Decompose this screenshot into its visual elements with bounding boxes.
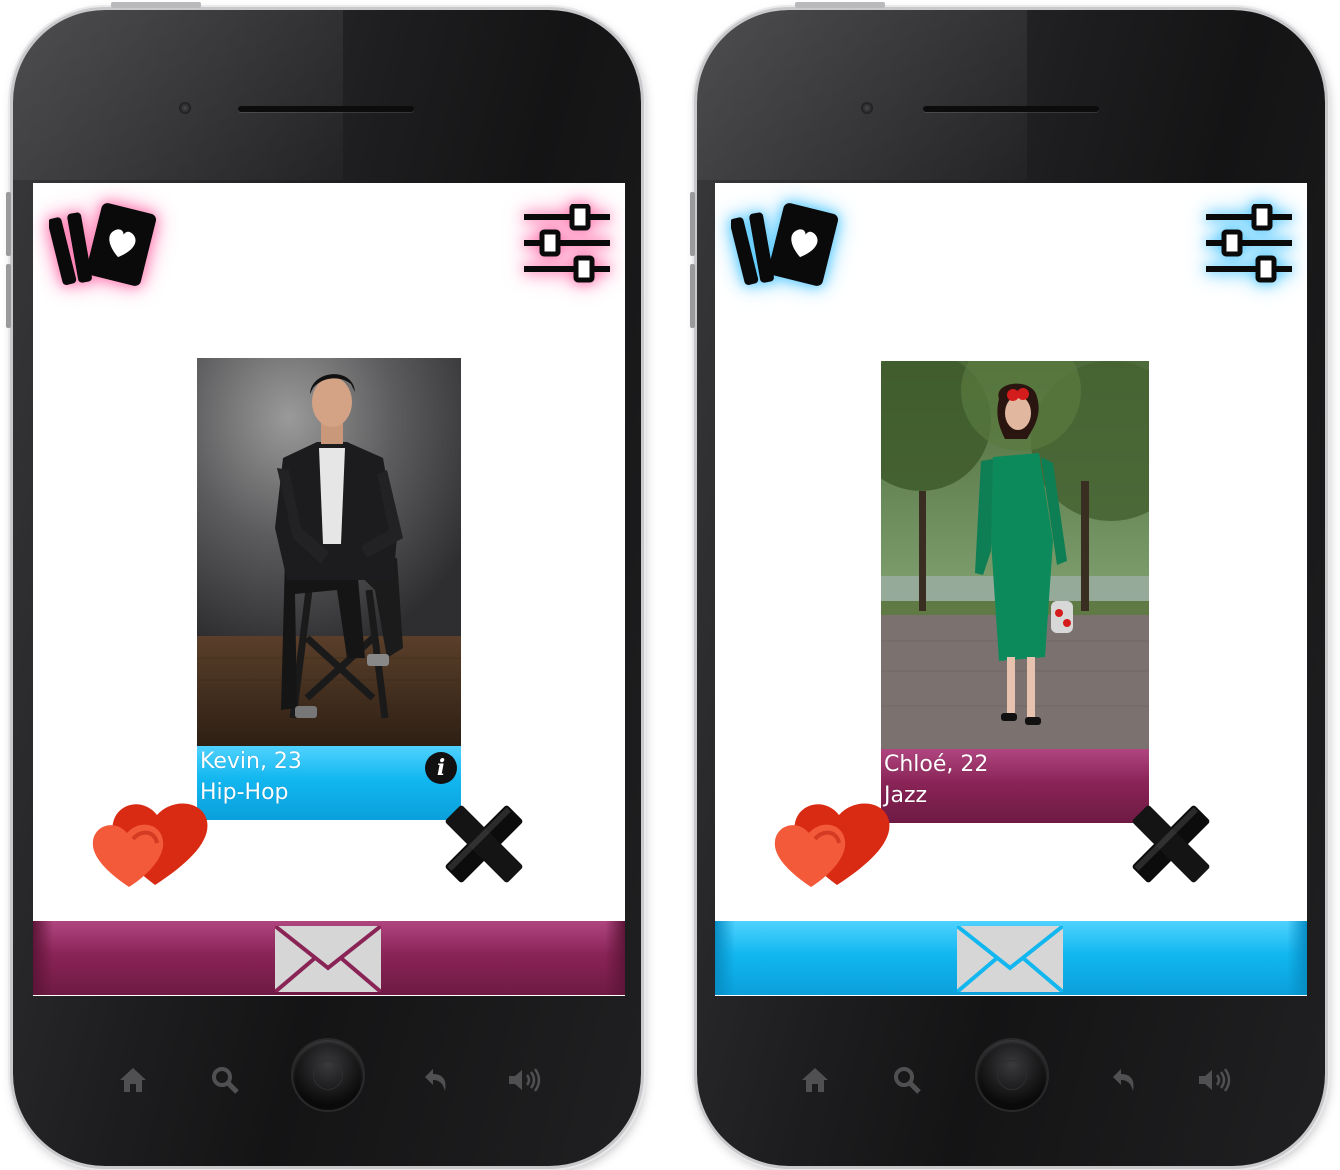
envelope-icon xyxy=(275,926,381,992)
filter-sliders-icon xyxy=(524,204,610,283)
search-icon xyxy=(212,1067,239,1094)
profile-info-bar[interactable]: Kevin, 23 Hip-Hop i xyxy=(197,746,461,820)
volume-key[interactable] xyxy=(1193,1060,1237,1100)
profile-music-genre: Hip-Hop xyxy=(200,780,289,805)
profile-info-bar[interactable]: Chloé, 22 Jazz xyxy=(881,749,1149,823)
close-x-icon xyxy=(445,805,523,883)
profile-music-genre: Jazz xyxy=(884,783,928,808)
messages-button[interactable] xyxy=(33,921,625,995)
back-key[interactable] xyxy=(415,1060,455,1100)
cards-button[interactable] xyxy=(727,197,847,293)
volume-icon xyxy=(509,1068,541,1092)
home-key[interactable] xyxy=(113,1060,153,1100)
profile-name-age: Kevin, 23 xyxy=(200,749,302,774)
messages-button[interactable] xyxy=(715,921,1307,995)
hearts-icon xyxy=(92,803,208,887)
app-screen: Kevin, 23 Hip-Hop i xyxy=(33,183,625,996)
volume-up-button xyxy=(690,192,695,256)
like-button[interactable] xyxy=(767,791,897,887)
profile-name-age: Chloé, 22 xyxy=(884,752,989,777)
back-icon xyxy=(425,1069,446,1091)
info-icon[interactable]: i xyxy=(425,752,457,784)
filter-button[interactable] xyxy=(519,199,615,289)
search-key[interactable] xyxy=(205,1060,245,1100)
home-key[interactable] xyxy=(795,1060,835,1100)
like-button[interactable] xyxy=(85,791,215,887)
filter-button[interactable] xyxy=(1201,199,1297,289)
volume-down-button xyxy=(690,264,695,328)
envelope-icon xyxy=(957,926,1063,992)
back-key[interactable] xyxy=(1103,1060,1143,1100)
cards-icon xyxy=(49,203,157,286)
bar-bevel-right xyxy=(605,921,625,995)
bar-bevel-left xyxy=(33,921,53,995)
power-button xyxy=(111,2,201,8)
volume-up-button xyxy=(6,192,11,256)
profile-photo[interactable] xyxy=(197,358,461,746)
cards-icon xyxy=(731,203,839,286)
bar-bevel-left xyxy=(715,921,735,995)
earpiece-speaker xyxy=(238,106,414,112)
profile-photo-image xyxy=(197,358,461,746)
bar-bevel-right xyxy=(1287,921,1307,995)
phone-frame-right: Chloé, 22 Jazz xyxy=(690,2,1325,1166)
app-screen: Chloé, 22 Jazz xyxy=(715,183,1307,996)
back-icon xyxy=(1113,1069,1134,1091)
close-x-icon xyxy=(1132,805,1210,883)
front-camera xyxy=(861,102,873,114)
volume-key[interactable] xyxy=(503,1060,547,1100)
profile-photo-image xyxy=(881,361,1149,749)
dislike-button[interactable] xyxy=(438,798,530,890)
volume-icon xyxy=(1199,1068,1231,1092)
profile-photo[interactable] xyxy=(881,361,1149,749)
dislike-button[interactable] xyxy=(1125,798,1217,890)
search-icon xyxy=(894,1067,921,1094)
front-camera xyxy=(179,102,191,114)
earpiece-speaker xyxy=(923,106,1099,112)
filter-sliders-icon xyxy=(1206,204,1292,283)
hearts-icon xyxy=(774,803,890,887)
phone-frame-left: Kevin, 23 Hip-Hop i xyxy=(6,2,641,1166)
home-hardware-button[interactable] xyxy=(977,1040,1047,1110)
home-hardware-button[interactable] xyxy=(293,1040,363,1110)
search-key[interactable] xyxy=(887,1060,927,1100)
home-icon xyxy=(120,1068,146,1092)
power-button xyxy=(795,2,885,8)
cards-button[interactable] xyxy=(45,197,165,293)
home-icon xyxy=(802,1068,828,1092)
volume-down-button xyxy=(6,264,11,328)
